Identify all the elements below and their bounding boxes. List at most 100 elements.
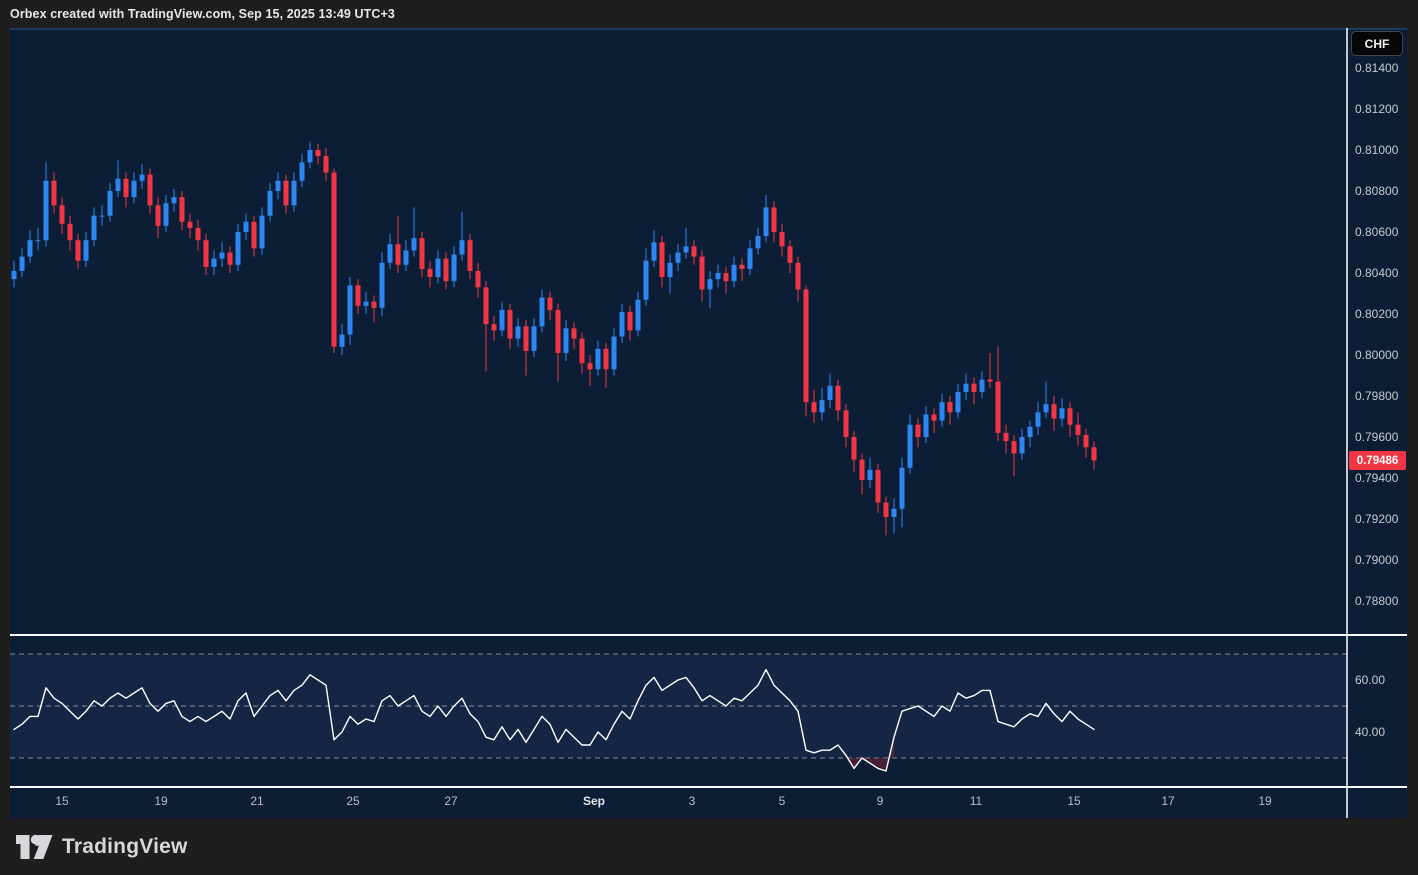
candle [508, 310, 513, 339]
footer-bar: TradingView [0, 818, 1418, 875]
candle [300, 162, 305, 180]
top-accent-line [10, 28, 1407, 30]
candle [596, 349, 601, 370]
candle [724, 273, 729, 281]
candle [980, 380, 985, 392]
candle [780, 232, 785, 246]
candle [868, 470, 873, 480]
candle [364, 302, 369, 306]
candle [100, 216, 105, 217]
candle [812, 402, 817, 412]
candle [1028, 427, 1033, 437]
candle [124, 179, 129, 197]
price-tick-label: 0.78800 [1355, 594, 1399, 608]
candle [156, 205, 161, 226]
tradingview-logo-icon [16, 833, 53, 861]
time-tick-label[interactable]: 15 [55, 794, 69, 808]
candle [492, 324, 497, 330]
candle [108, 191, 113, 216]
candle [676, 253, 681, 263]
candle [660, 242, 665, 277]
candle [244, 222, 249, 232]
candle [52, 181, 57, 206]
attribution-text: Orbex created with TradingView.com, Sep … [10, 7, 395, 21]
candle [932, 414, 937, 420]
candle [28, 240, 33, 256]
candle [220, 253, 225, 259]
candle [668, 263, 673, 277]
candle [380, 263, 385, 308]
time-tick-label[interactable]: 19 [1258, 794, 1272, 808]
candle [276, 181, 281, 191]
candle [828, 386, 833, 400]
candle [444, 259, 449, 282]
time-tick-label[interactable]: 21 [250, 794, 264, 808]
candle [620, 312, 625, 337]
candle [292, 181, 297, 206]
candle [92, 216, 97, 241]
time-tick-label[interactable]: Sep [583, 794, 605, 808]
time-tick-label[interactable]: 17 [1161, 794, 1175, 808]
rsi-tick-label: 40.00 [1355, 725, 1385, 739]
time-tick-label[interactable]: 25 [346, 794, 360, 808]
candle [44, 181, 49, 240]
candle [612, 337, 617, 370]
candle [348, 285, 353, 334]
price-tick-label: 0.79400 [1355, 471, 1399, 485]
candle [332, 173, 337, 347]
candle [228, 253, 233, 265]
time-tick-label[interactable]: 5 [779, 794, 786, 808]
candle [452, 255, 457, 282]
candle [588, 363, 593, 369]
candle [628, 312, 633, 330]
candle [84, 240, 89, 261]
candle [12, 271, 17, 279]
candle [556, 310, 561, 353]
candle [804, 289, 809, 402]
candle [356, 285, 361, 306]
candle [1012, 441, 1017, 453]
candle [884, 503, 889, 517]
candle [500, 310, 505, 331]
candle [388, 244, 393, 262]
candle [708, 279, 713, 289]
candle [180, 197, 185, 222]
candle [188, 222, 193, 228]
candle [484, 287, 489, 324]
candle [844, 410, 849, 437]
chart-area[interactable]: 0.814000.812000.810000.808000.806000.804… [10, 28, 1407, 818]
candle [692, 246, 697, 256]
price-tick-label: 0.80800 [1355, 184, 1399, 198]
candle [604, 349, 609, 370]
candle [916, 425, 921, 437]
candle [196, 228, 201, 240]
time-tick-label[interactable]: 9 [877, 794, 884, 808]
time-tick-label[interactable]: 11 [970, 794, 983, 808]
time-tick-label[interactable]: 19 [154, 794, 168, 808]
candle [1068, 408, 1073, 424]
candle [572, 328, 577, 338]
candle [316, 150, 321, 156]
candle [1084, 435, 1089, 447]
candle [236, 232, 241, 265]
candle [532, 326, 537, 351]
rsi-tick-label: 60.00 [1355, 673, 1385, 687]
time-tick-label[interactable]: 3 [689, 794, 696, 808]
candle [924, 414, 929, 437]
time-tick-label[interactable]: 15 [1067, 794, 1081, 808]
candle [956, 392, 961, 413]
price-tick-label: 0.80600 [1355, 225, 1399, 239]
candle [1076, 425, 1081, 435]
last-price-value: 0.79486 [1357, 455, 1399, 467]
candle [852, 437, 857, 460]
candle [268, 191, 273, 216]
price-tick-label: 0.81200 [1355, 102, 1399, 116]
time-tick-label[interactable]: 27 [444, 794, 458, 808]
price-rsi-chart[interactable]: 0.814000.812000.810000.808000.806000.804… [10, 28, 1407, 818]
candle [788, 246, 793, 262]
candle [564, 328, 569, 353]
candle [404, 250, 409, 264]
price-tick-label: 0.79800 [1355, 389, 1399, 403]
candle [68, 224, 73, 240]
candle [340, 335, 345, 347]
